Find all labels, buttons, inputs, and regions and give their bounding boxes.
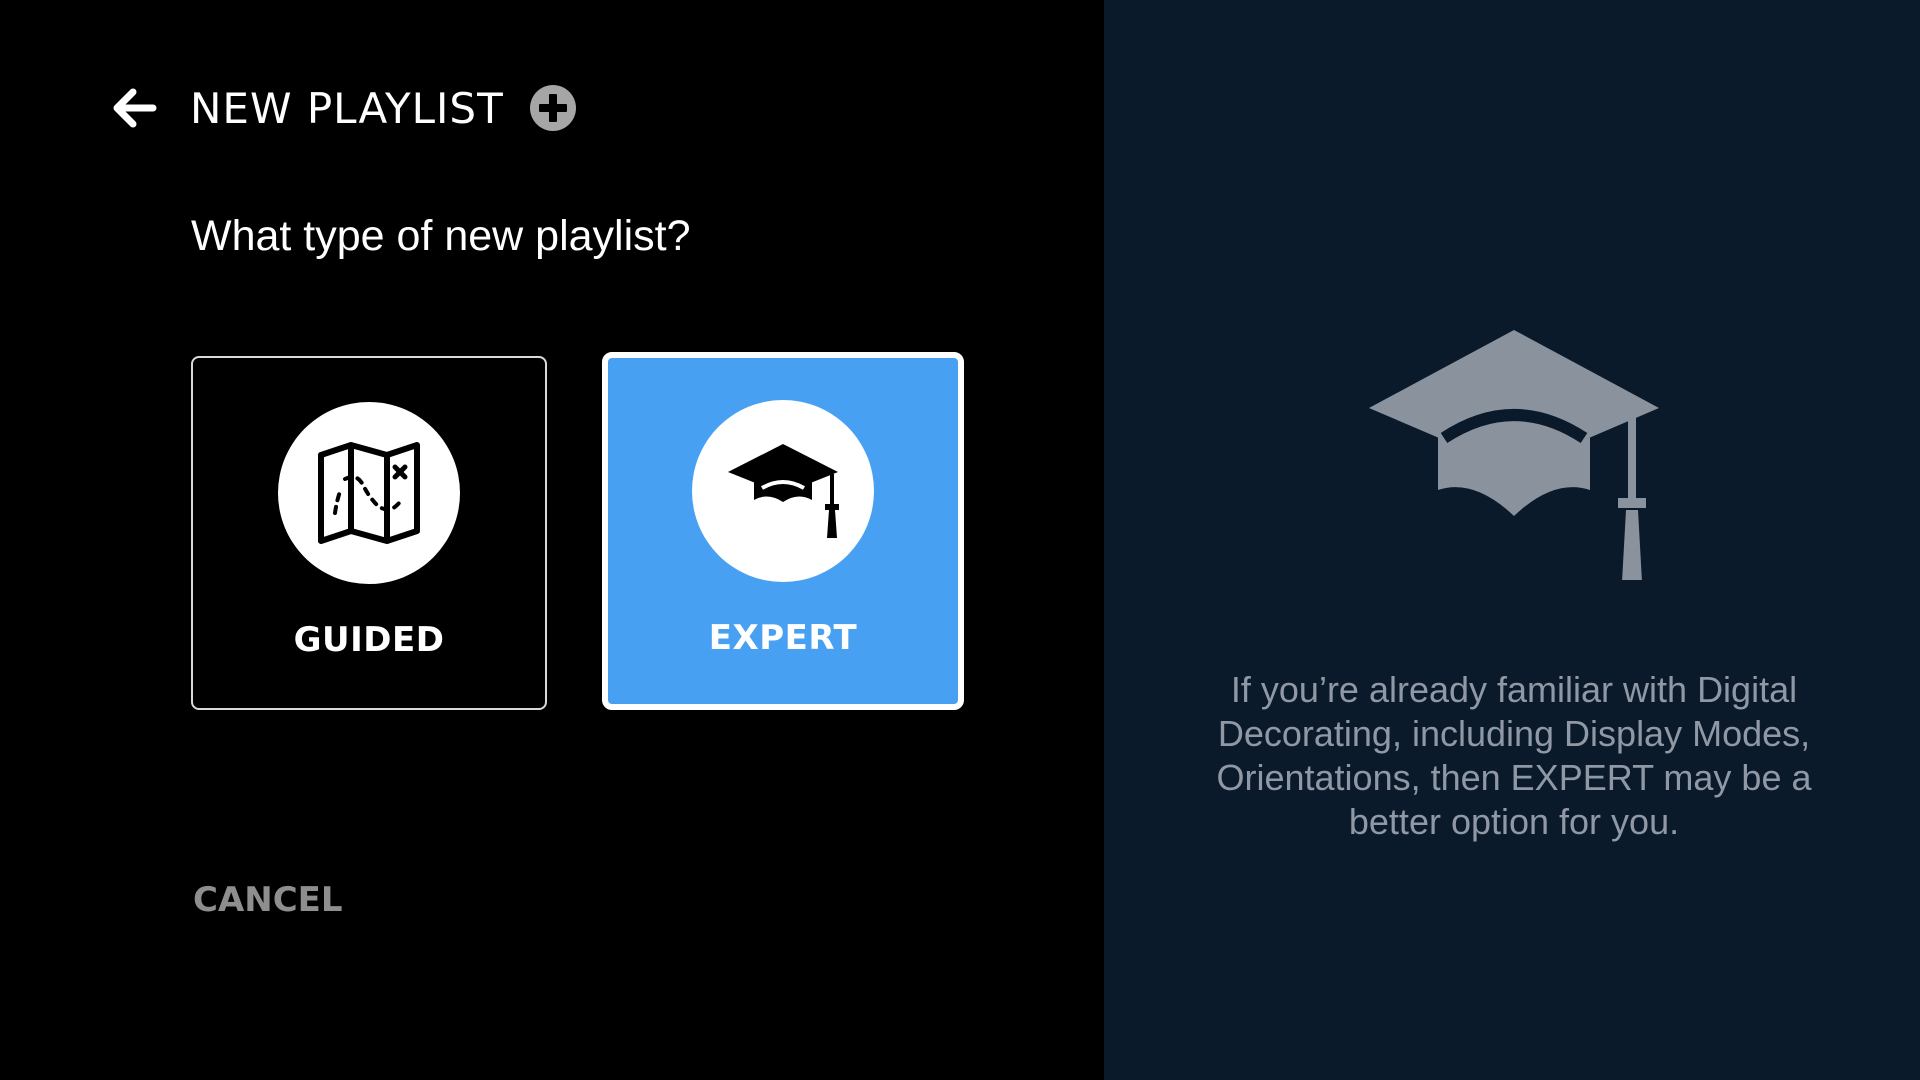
guided-option-card[interactable]: GUIDED [191, 356, 547, 710]
guided-icon-circle [278, 402, 460, 584]
info-panel: If you’re already familiar with Digital … [1104, 0, 1920, 1080]
question-text: What type of new playlist? [191, 212, 691, 260]
new-playlist-screen: NEW PLAYLIST What type of new playlist? [0, 0, 1920, 1080]
expert-label: EXPERT [708, 618, 858, 658]
back-button[interactable] [110, 83, 160, 133]
header: NEW PLAYLIST [110, 78, 578, 138]
expert-icon-circle [692, 400, 874, 582]
expert-option-card[interactable]: EXPERT [602, 352, 964, 710]
add-button[interactable] [528, 83, 578, 133]
graduation-cap-icon [1369, 330, 1659, 582]
guided-label: GUIDED [293, 620, 445, 660]
info-description: If you’re already familiar with Digital … [1216, 669, 1812, 842]
plus-circle-icon [529, 85, 576, 131]
map-icon [318, 442, 420, 544]
cancel-button[interactable]: CANCEL [193, 880, 343, 920]
graduation-cap-icon [728, 444, 839, 538]
page-title: NEW PLAYLIST [190, 83, 504, 133]
selection-pane: NEW PLAYLIST What type of new playlist? [0, 0, 1104, 1080]
arrow-left-icon [113, 88, 157, 128]
info-icon-container [1364, 320, 1664, 585]
